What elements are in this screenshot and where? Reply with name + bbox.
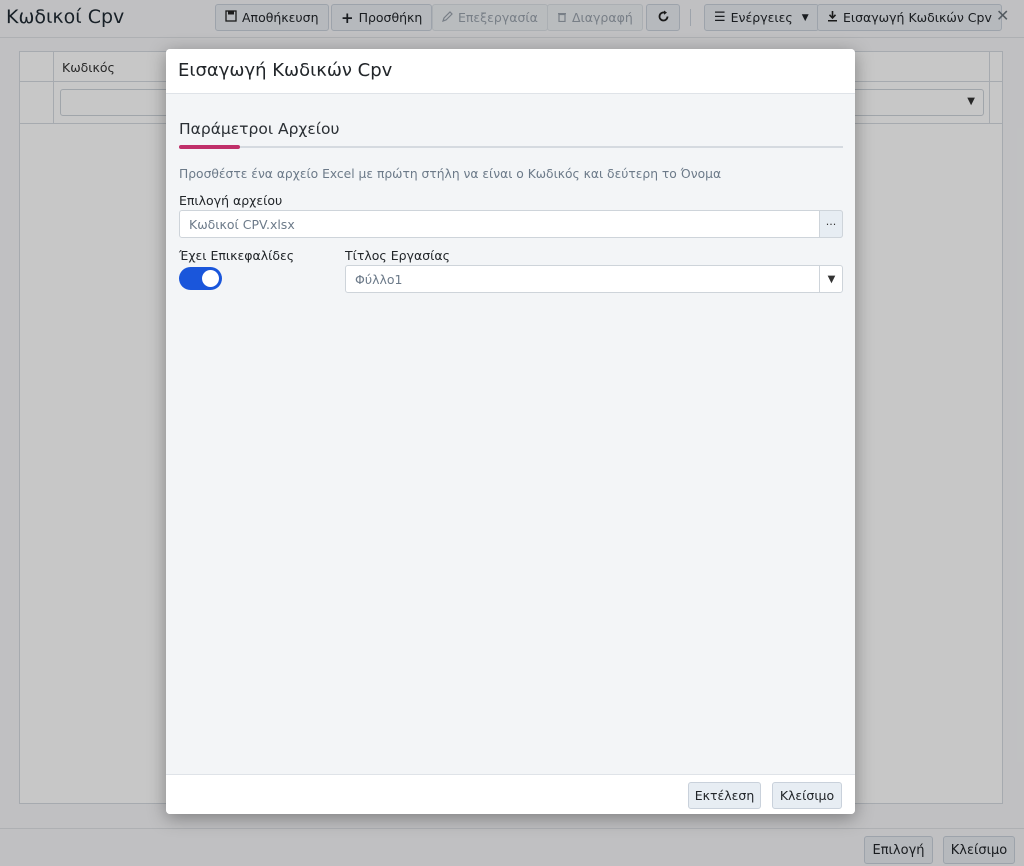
headers-toggle[interactable] bbox=[179, 267, 222, 290]
instructions-text: Προσθέστε ένα αρχείο Excel με πρώτη στήλ… bbox=[179, 167, 722, 181]
section-accent-bar bbox=[179, 145, 240, 149]
execute-button[interactable]: Εκτέλεση bbox=[688, 782, 761, 809]
sheet-select[interactable]: Φύλλο1 ▼ bbox=[345, 265, 843, 293]
toggle-knob bbox=[202, 270, 219, 287]
file-label: Επιλογή αρχείου bbox=[179, 193, 283, 208]
file-input[interactable]: Κωδικοί CPV.xlsx ··· bbox=[179, 210, 843, 238]
caret-down-icon: ▼ bbox=[819, 265, 843, 293]
sheet-label: Τίτλος Εργασίας bbox=[345, 248, 450, 263]
import-dialog: Εισαγωγή Κωδικών Cpv Παράμετροι Αρχείου … bbox=[166, 49, 855, 814]
file-value: Κωδικοί CPV.xlsx bbox=[189, 217, 295, 232]
headers-label: Έχει Επικεφαλίδες bbox=[179, 248, 295, 263]
dialog-header: Εισαγωγή Κωδικών Cpv bbox=[166, 49, 855, 94]
dialog-title: Εισαγωγή Κωδικών Cpv bbox=[178, 60, 393, 81]
browse-button[interactable]: ··· bbox=[819, 210, 843, 238]
section-title: Παράμετροι Αρχείου bbox=[179, 120, 340, 138]
section-divider bbox=[179, 146, 843, 148]
dialog-close-button[interactable]: Κλείσιμο bbox=[772, 782, 842, 809]
sheet-value: Φύλλο1 bbox=[355, 272, 403, 287]
dialog-footer: Εκτέλεση Κλείσιμο bbox=[166, 774, 855, 814]
